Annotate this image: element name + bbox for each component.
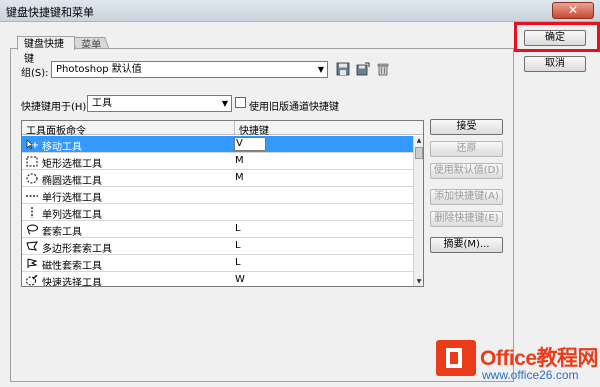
- column-divider: [234, 121, 235, 135]
- tool-name: 磁性套索工具: [42, 261, 102, 272]
- ellipse-marquee-icon: [26, 173, 38, 184]
- tab-keyboard-shortcuts[interactable]: 键盘快捷键: [17, 36, 75, 65]
- list-row-single-row-marquee[interactable]: 单行选框工具: [22, 187, 414, 204]
- tool-name: 移动工具: [42, 142, 82, 153]
- shortcuts-for-value: 工具: [92, 98, 112, 109]
- shortcuts-for-label: 快捷键用于(H):: [21, 102, 90, 113]
- watermark-url: www.office26.com: [482, 368, 579, 382]
- tool-name: 单列选框工具: [42, 210, 102, 221]
- tool-name: 套索工具: [42, 227, 82, 238]
- ok-button[interactable]: 确定: [524, 30, 586, 46]
- add-shortcut-button[interactable]: 添加快捷键(A): [430, 189, 503, 205]
- save-icon[interactable]: [336, 62, 350, 76]
- list-header: 工具面板命令 快捷键: [22, 121, 423, 137]
- save-as-icon[interactable]: [356, 62, 370, 76]
- magnetic-lasso-icon: [27, 258, 38, 268]
- window-title: 键盘快捷键和菜单: [6, 6, 94, 19]
- scroll-thumb[interactable]: [415, 147, 423, 159]
- set-label: 组(S):: [21, 68, 49, 79]
- accept-button[interactable]: 接受: [430, 119, 503, 135]
- list-row-magnetic-lasso[interactable]: 磁性套索工具 L: [22, 255, 414, 272]
- delete-shortcut-button[interactable]: 删除快捷键(E): [430, 211, 503, 227]
- legacy-channel-checkbox[interactable]: [235, 97, 246, 108]
- tool-shortcut: M: [235, 155, 244, 166]
- shortcut-input[interactable]: V: [234, 137, 266, 151]
- chevron-down-icon: ▼: [221, 99, 228, 108]
- tool-name: 椭圆选框工具: [42, 176, 102, 187]
- list-row-lasso[interactable]: 套索工具 L: [22, 221, 414, 238]
- undo-button[interactable]: 还原: [430, 141, 503, 157]
- column-header-shortcut[interactable]: 快捷键: [239, 122, 269, 137]
- scroll-up-icon[interactable]: ▲: [414, 136, 423, 146]
- tool-shortcut: L: [235, 240, 241, 251]
- tool-shortcut: M: [235, 172, 244, 183]
- tool-shortcut: L: [235, 257, 241, 268]
- shortcut-list: 工具面板命令 快捷键 移动工具 V 矩形选框工具 M 椭圆选框工具 M 单行选框…: [21, 120, 424, 287]
- legacy-channel-label: 使用旧版通道快捷键: [249, 102, 339, 113]
- set-value: Photoshop 默认值: [56, 64, 142, 75]
- list-row-polygon-lasso[interactable]: 多边形套索工具 L: [22, 238, 414, 255]
- trash-icon[interactable]: [376, 62, 390, 76]
- set-dropdown[interactable]: Photoshop 默认值 ▼: [51, 61, 328, 78]
- chevron-down-icon: ▼: [317, 65, 324, 74]
- summarize-button[interactable]: 摘要(M)...: [430, 237, 503, 253]
- polygon-lasso-icon: [26, 241, 38, 251]
- tool-name: 多边形套索工具: [42, 244, 112, 255]
- rect-marquee-icon: [26, 156, 38, 167]
- shortcuts-for-dropdown[interactable]: 工具 ▼: [87, 95, 232, 112]
- close-button[interactable]: ✕: [552, 2, 594, 19]
- quick-selection-icon: [26, 275, 38, 286]
- list-row-move-tool[interactable]: 移动工具 V: [22, 136, 414, 153]
- tool-name: 单行选框工具: [42, 193, 102, 204]
- scroll-down-icon[interactable]: ▼: [414, 277, 423, 286]
- list-row-single-column-marquee[interactable]: 单列选框工具: [22, 204, 414, 221]
- tool-name: 快速选择工具: [42, 278, 102, 287]
- column-header-command[interactable]: 工具面板命令: [26, 122, 86, 137]
- title-bar: 键盘快捷键和菜单 ✕: [0, 0, 600, 22]
- list-row-ellipse-marquee[interactable]: 椭圆选框工具 M: [22, 170, 414, 187]
- single-column-marquee-icon: [31, 207, 33, 218]
- tool-shortcut: W: [235, 274, 245, 285]
- office-logo-icon: [436, 340, 476, 376]
- tool-shortcut: L: [235, 223, 241, 234]
- list-scrollbar[interactable]: ▲ ▼: [413, 136, 423, 286]
- tool-name: 矩形选框工具: [42, 159, 102, 170]
- watermark: Office教程网 www.office26.com: [436, 338, 600, 387]
- lasso-icon: [27, 224, 38, 235]
- list-row-quick-selection[interactable]: 快速选择工具 W: [22, 272, 414, 287]
- single-row-marquee-icon: [26, 195, 38, 197]
- use-default-button[interactable]: 使用默认值(D): [430, 163, 503, 179]
- cancel-button[interactable]: 取消: [524, 56, 586, 72]
- list-row-rect-marquee[interactable]: 矩形选框工具 M: [22, 153, 414, 170]
- move-tool-icon: [26, 139, 38, 150]
